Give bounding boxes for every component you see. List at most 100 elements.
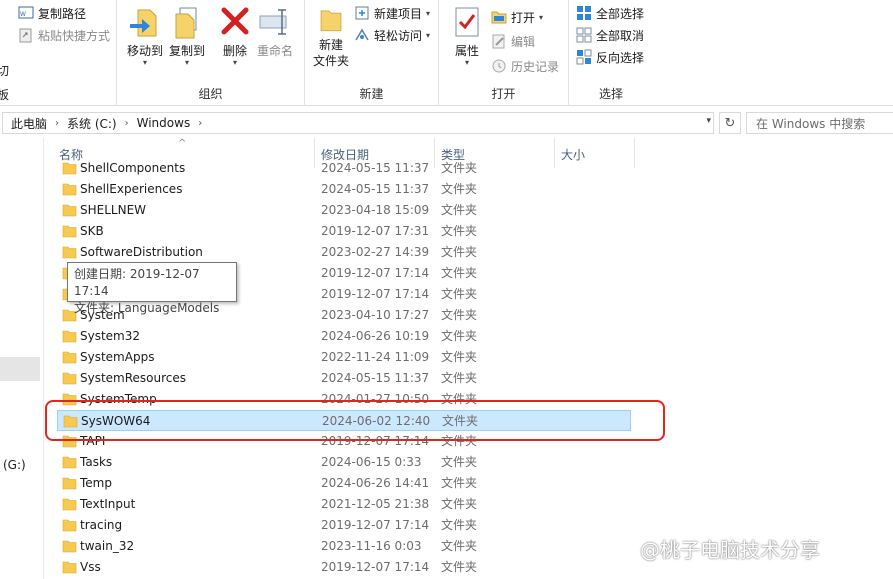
search-input[interactable]: 在 Windows 中搜索 xyxy=(746,112,893,134)
open-dropdown-icon: ▾ xyxy=(539,12,544,22)
folder-icon xyxy=(62,540,77,553)
breadcrumb-chevron-icon[interactable]: › xyxy=(125,118,129,129)
file-type: 文件夹 xyxy=(441,539,478,553)
cut-button[interactable]: 切 xyxy=(0,60,9,80)
table-row[interactable]: ShellComponents 2024-05-15 11:37 文件夹 xyxy=(57,158,631,179)
file-name: SystemApps xyxy=(80,350,155,364)
delete-dropdown-icon: ▾ xyxy=(232,58,237,67)
file-type: 文件夹 xyxy=(441,224,478,238)
edit-pencil-icon xyxy=(492,34,505,49)
new-item-button[interactable]: 新建项目 ▾ xyxy=(353,3,430,23)
invert-selection-button[interactable]: 反向选择 xyxy=(575,47,644,67)
file-type: 文件夹 xyxy=(441,350,478,364)
paste-shortcut-button[interactable]: 粘贴快捷方式 xyxy=(17,25,110,45)
nav-item-drive-g[interactable]: (G:) xyxy=(3,458,26,472)
file-name: tracing xyxy=(80,518,123,532)
rename-icon xyxy=(259,9,287,35)
address-history-dropdown-icon[interactable]: ▾ xyxy=(706,116,711,126)
new-item-icon xyxy=(355,6,369,20)
properties-check-icon xyxy=(455,7,479,37)
folder-icon xyxy=(62,225,77,238)
table-row[interactable]: SHELLNEW 2023-04-18 15:09 文件夹 xyxy=(57,200,631,221)
file-modified-date: 2023-11-16 0:03 xyxy=(321,539,422,553)
folder-icon xyxy=(62,477,77,490)
table-row[interactable]: TextInput 2021-12-05 21:38 文件夹 xyxy=(57,494,631,515)
breadcrumb-this-pc[interactable]: 此电脑 xyxy=(11,115,47,132)
copy-path-icon: W xyxy=(18,6,34,19)
file-type: 文件夹 xyxy=(441,560,478,574)
folder-icon xyxy=(62,372,77,385)
file-type: 文件夹 xyxy=(441,371,478,385)
file-name: System32 xyxy=(80,329,141,343)
breadcrumb-chevron-icon[interactable]: › xyxy=(198,118,202,129)
open-button[interactable]: 打开 ▾ xyxy=(490,7,543,27)
folder-icon xyxy=(62,561,77,574)
file-modified-date: 2024-06-26 14:41 xyxy=(321,476,430,490)
table-row[interactable]: Temp 2024-06-26 14:41 文件夹 xyxy=(57,473,631,494)
properties-button[interactable]: 属性 ▾ xyxy=(443,4,491,67)
address-bar[interactable]: 此电脑 › 系统 (C:) › Windows › ▾ xyxy=(2,112,714,134)
breadcrumb-chevron-icon[interactable]: › xyxy=(55,118,59,129)
folder-icon xyxy=(62,456,77,469)
table-row[interactable]: tracing 2019-12-07 17:14 文件夹 xyxy=(57,515,631,536)
table-row[interactable]: SoftwareDistribution 2023-02-27 14:39 文件夹 xyxy=(57,242,631,263)
breadcrumb-windows[interactable]: Windows xyxy=(137,116,191,130)
new-group-label: 新建 xyxy=(359,87,384,101)
table-row[interactable]: twain_32 2023-11-16 0:03 文件夹 xyxy=(57,536,631,557)
rename-button[interactable]: 重命名 xyxy=(251,4,299,59)
breadcrumb-drive-c[interactable]: 系统 (C:) xyxy=(67,115,117,132)
sort-ascending-icon: ^ xyxy=(178,138,187,149)
file-type: 文件夹 xyxy=(441,245,478,259)
file-tooltip: 创建日期: 2019-12-07 17:14 文件夹: LanguageMode… xyxy=(67,262,237,315)
file-type: 文件夹 xyxy=(441,266,478,280)
file-modified-date: 2019-12-07 17:14 xyxy=(321,518,430,532)
file-type: 文件夹 xyxy=(441,287,478,301)
ribbon-group-new: 新建 文件夹 新建项目 ▾ 轻松访问 ▾ 新建 xyxy=(305,0,439,106)
table-row[interactable]: System32 2024-06-26 10:19 文件夹 xyxy=(57,326,631,347)
file-modified-date: 2024-05-15 11:37 xyxy=(321,182,430,196)
table-row[interactable]: SKB 2019-12-07 17:31 文件夹 xyxy=(57,221,631,242)
new-item-dropdown-icon: ▾ xyxy=(426,8,431,18)
copy-to-dropdown-icon: ▾ xyxy=(184,58,189,67)
delete-x-icon xyxy=(221,7,249,35)
table-row[interactable]: Vss 2019-12-07 17:14 文件夹 xyxy=(57,557,631,578)
properties-dropdown-icon: ▾ xyxy=(464,58,469,67)
file-type: 文件夹 xyxy=(441,203,478,217)
table-row[interactable]: ShellExperiences 2024-05-15 11:37 文件夹 xyxy=(57,179,631,200)
file-name: Temp xyxy=(80,476,112,490)
file-name: Tasks xyxy=(80,455,113,469)
file-type: 文件夹 xyxy=(441,476,478,490)
file-name: Vss xyxy=(80,560,101,574)
table-row[interactable]: SystemResources 2024-05-15 11:37 文件夹 xyxy=(57,368,631,389)
copy-to-button[interactable]: 复制到 ▾ xyxy=(163,4,211,67)
file-name: SoftwareDistribution xyxy=(80,245,203,259)
file-name: ShellComponents xyxy=(80,161,186,175)
easy-access-button[interactable]: 轻松访问 ▾ xyxy=(353,25,430,45)
edit-button[interactable]: 编辑 xyxy=(490,31,535,51)
move-to-icon xyxy=(130,9,157,37)
file-type: 文件夹 xyxy=(441,518,478,532)
table-row[interactable]: SystemApps 2022-11-24 11:09 文件夹 xyxy=(57,347,631,368)
file-name: ShellExperiences xyxy=(80,182,183,196)
file-modified-date: 2023-04-10 17:27 xyxy=(321,308,430,322)
select-none-button[interactable]: 全部取消 xyxy=(575,25,644,45)
new-folder-button[interactable]: 新建 文件夹 xyxy=(307,6,355,69)
clipboard-group-label: 板 xyxy=(0,87,10,102)
move-to-button[interactable]: 移动到 ▾ xyxy=(121,4,169,67)
file-name: SystemResources xyxy=(80,371,187,385)
file-modified-date: 2024-06-15 0:33 xyxy=(321,455,422,469)
folder-icon xyxy=(62,330,77,343)
select-all-button[interactable]: 全部选择 xyxy=(575,3,644,23)
nav-selected-item[interactable] xyxy=(0,357,40,381)
file-list: 名称 ^ 修改日期 类型 大小 ShellComponents 2024-05-1… xyxy=(45,138,893,579)
history-button[interactable]: 历史记录 xyxy=(490,56,559,76)
file-type: 文件夹 xyxy=(441,182,478,196)
file-modified-date: 2019-12-07 17:14 xyxy=(321,266,430,280)
copy-to-icon xyxy=(175,7,197,39)
folder-icon xyxy=(62,519,77,532)
copy-path-button[interactable]: W 复制路径 xyxy=(17,3,86,23)
refresh-button[interactable]: ↻ xyxy=(719,112,741,134)
easy-access-icon xyxy=(355,28,369,41)
table-row[interactable]: Tasks 2024-06-15 0:33 文件夹 xyxy=(57,452,631,473)
open-group-label: 打开 xyxy=(491,87,516,101)
